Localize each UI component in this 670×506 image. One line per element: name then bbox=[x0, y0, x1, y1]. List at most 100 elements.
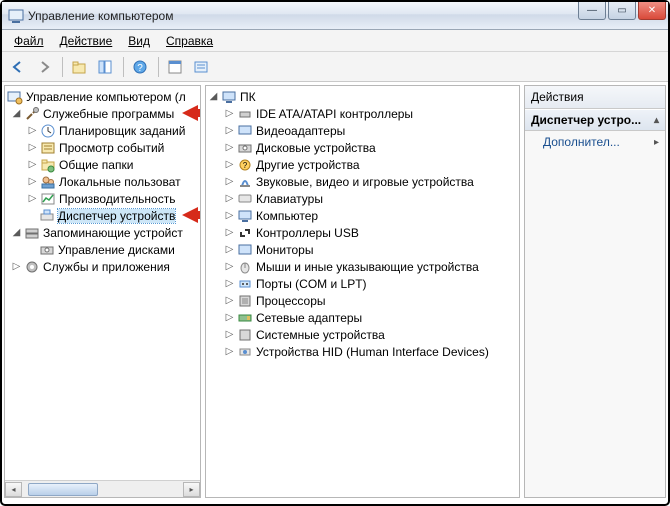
scroll-right-button[interactable]: ▸ bbox=[183, 482, 200, 497]
help-button[interactable]: ? bbox=[128, 55, 152, 79]
clock-icon bbox=[40, 123, 56, 139]
services-icon bbox=[24, 259, 40, 275]
tree-services-apps[interactable]: ▷ Службы и приложения bbox=[5, 258, 200, 275]
expand-icon[interactable]: ▷ bbox=[224, 312, 235, 323]
device-category[interactable]: ▷ Видеоадаптеры bbox=[206, 122, 519, 139]
details-button[interactable] bbox=[189, 55, 213, 79]
tree-task-scheduler[interactable]: ▷ Планировщик заданий bbox=[5, 122, 200, 139]
scroll-track[interactable] bbox=[22, 482, 183, 497]
svg-text:?: ? bbox=[137, 63, 143, 74]
tree-shared-folders[interactable]: ▷ Общие папки bbox=[5, 156, 200, 173]
collapse-icon[interactable]: ◢ bbox=[11, 108, 22, 119]
device-tree[interactable]: ◢ ПК ▷ IDE ATA/ATAPI контроллеры ▷ Видео… bbox=[206, 86, 519, 497]
app-icon bbox=[8, 8, 24, 24]
shared-folder-icon bbox=[40, 157, 56, 173]
menu-bar: Файл Действие Вид Справка bbox=[2, 30, 668, 52]
up-button[interactable] bbox=[67, 55, 91, 79]
show-hide-tree-button[interactable] bbox=[93, 55, 117, 79]
device-category[interactable]: ▷ Мониторы bbox=[206, 241, 519, 258]
expand-icon[interactable]: ▷ bbox=[224, 108, 235, 119]
expand-icon[interactable]: ▷ bbox=[224, 193, 235, 204]
device-category-icon bbox=[237, 276, 253, 292]
device-category[interactable]: ▷ Клавиатуры bbox=[206, 190, 519, 207]
device-category[interactable]: ▷ Сетевые адаптеры bbox=[206, 309, 519, 326]
tree-local-users[interactable]: ▷ Локальные пользоват bbox=[5, 173, 200, 190]
center-tree-pane: ◢ ПК ▷ IDE ATA/ATAPI контроллеры ▷ Видео… bbox=[205, 85, 520, 498]
expand-icon[interactable]: ▷ bbox=[224, 244, 235, 255]
device-category[interactable]: ▷ ? Другие устройства bbox=[206, 156, 519, 173]
maximize-button[interactable]: ▭ bbox=[608, 2, 636, 20]
device-category[interactable]: ▷ Дисковые устройства bbox=[206, 139, 519, 156]
tree-system-tools[interactable]: ◢ Служебные программы bbox=[5, 105, 200, 122]
device-root[interactable]: ◢ ПК bbox=[206, 88, 519, 105]
device-category-icon bbox=[237, 208, 253, 224]
actions-section[interactable]: Диспетчер устро... bbox=[525, 109, 665, 131]
device-category-icon bbox=[237, 259, 253, 275]
expand-icon[interactable]: ▷ bbox=[224, 329, 235, 340]
tree-storage[interactable]: ◢ Запоминающие устройст bbox=[5, 224, 200, 241]
menu-help[interactable]: Справка bbox=[158, 32, 221, 50]
device-category[interactable]: ▷ IDE ATA/ATAPI контроллеры bbox=[206, 105, 519, 122]
expand-icon[interactable]: ▷ bbox=[27, 176, 38, 187]
left-hscrollbar[interactable]: ◂ ▸ bbox=[5, 480, 200, 497]
expand-icon[interactable]: ▷ bbox=[224, 278, 235, 289]
disk-management-icon bbox=[39, 242, 55, 258]
scroll-left-button[interactable]: ◂ bbox=[5, 482, 22, 497]
expand-icon[interactable]: ▷ bbox=[224, 125, 235, 136]
device-category-icon bbox=[237, 225, 253, 241]
actions-pane: Действия Диспетчер устро... Дополнител..… bbox=[524, 85, 666, 498]
title-bar: Управление компьютером — ▭ ✕ bbox=[2, 2, 668, 30]
device-category-icon bbox=[237, 140, 253, 156]
device-category-icon bbox=[237, 310, 253, 326]
expand-icon[interactable]: ▷ bbox=[11, 261, 22, 272]
expand-icon[interactable]: ▷ bbox=[27, 159, 38, 170]
device-category[interactable]: ▷ Системные устройства bbox=[206, 326, 519, 343]
tree-performance[interactable]: ▷ Производительность bbox=[5, 190, 200, 207]
toolbar-separator bbox=[123, 57, 124, 77]
device-category[interactable]: ▷ Процессоры bbox=[206, 292, 519, 309]
device-manager-icon bbox=[39, 208, 55, 224]
back-button[interactable] bbox=[6, 55, 30, 79]
expand-icon[interactable]: ▷ bbox=[224, 295, 235, 306]
device-category[interactable]: ▷ Порты (COM и LPT) bbox=[206, 275, 519, 292]
scroll-thumb[interactable] bbox=[28, 483, 98, 496]
tools-icon bbox=[24, 106, 40, 122]
collapse-icon[interactable]: ◢ bbox=[208, 91, 219, 102]
expand-icon[interactable]: ▷ bbox=[224, 142, 235, 153]
left-tree-pane: Управление компьютером (л ◢ Служебные пр… bbox=[4, 85, 201, 498]
svg-text:?: ? bbox=[243, 161, 248, 170]
menu-action[interactable]: Действие bbox=[52, 32, 121, 50]
expand-icon[interactable]: ▷ bbox=[224, 176, 235, 187]
menu-file[interactable]: Файл bbox=[6, 32, 52, 50]
actions-more[interactable]: Дополнител... bbox=[525, 131, 665, 153]
device-category[interactable]: ▷ Мыши и иные указывающие устройства bbox=[206, 258, 519, 275]
device-category-icon bbox=[237, 242, 253, 258]
storage-icon bbox=[24, 225, 40, 241]
menu-view[interactable]: Вид bbox=[120, 32, 158, 50]
collapse-icon[interactable]: ◢ bbox=[11, 227, 22, 238]
expand-icon[interactable]: ▷ bbox=[27, 193, 38, 204]
expand-icon[interactable]: ▷ bbox=[224, 346, 235, 357]
computer-management-icon bbox=[7, 89, 23, 105]
device-category[interactable]: ▷ Устройства HID (Human Interface Device… bbox=[206, 343, 519, 360]
expand-icon[interactable]: ▷ bbox=[27, 142, 38, 153]
device-category[interactable]: ▷ Звуковые, видео и игровые устройства bbox=[206, 173, 519, 190]
tree-device-manager[interactable]: Диспетчер устройств bbox=[5, 207, 200, 224]
expand-icon[interactable]: ▷ bbox=[224, 261, 235, 272]
forward-button[interactable] bbox=[32, 55, 56, 79]
minimize-button[interactable]: — bbox=[578, 2, 606, 20]
window-controls: — ▭ ✕ bbox=[576, 2, 666, 20]
tree-root[interactable]: Управление компьютером (л bbox=[5, 88, 200, 105]
properties-button[interactable] bbox=[163, 55, 187, 79]
expand-icon[interactable]: ▷ bbox=[27, 125, 38, 136]
tree-event-viewer[interactable]: ▷ Просмотр событий bbox=[5, 139, 200, 156]
expand-icon[interactable]: ▷ bbox=[224, 210, 235, 221]
close-button[interactable]: ✕ bbox=[638, 2, 666, 20]
device-category[interactable]: ▷ Контроллеры USB bbox=[206, 224, 519, 241]
expand-icon[interactable]: ▷ bbox=[224, 159, 235, 170]
expand-icon[interactable]: ▷ bbox=[224, 227, 235, 238]
actions-header: Действия bbox=[525, 86, 665, 109]
tree-disk-management[interactable]: Управление дисками bbox=[5, 241, 200, 258]
console-tree[interactable]: Управление компьютером (л ◢ Служебные пр… bbox=[5, 86, 200, 480]
device-category[interactable]: ▷ Компьютер bbox=[206, 207, 519, 224]
